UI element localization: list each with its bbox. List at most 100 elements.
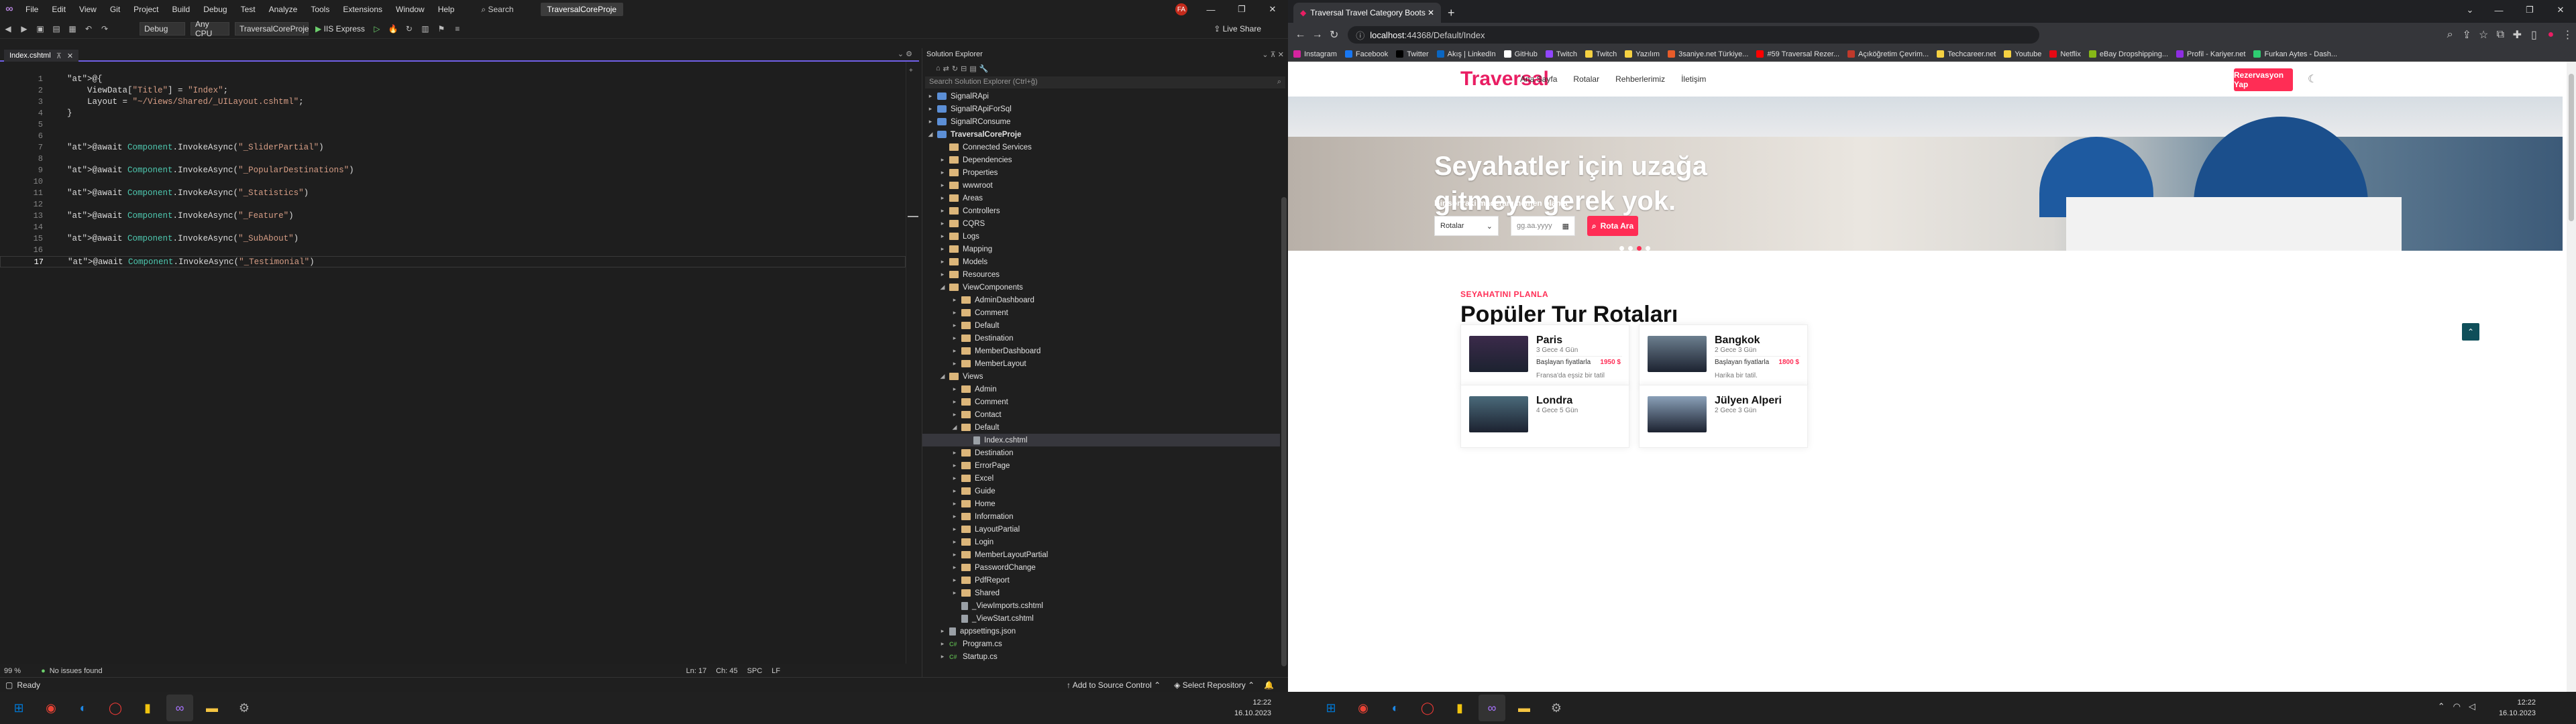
date-input[interactable]: gg.aa.yyyy ▦ bbox=[1511, 216, 1575, 236]
bookmark-item[interactable]: Profil - Kariyer.net bbox=[2176, 50, 2245, 58]
run-button[interactable]: ▶ IIS Express bbox=[315, 24, 365, 34]
expand-arrow-icon[interactable]: ▸ bbox=[951, 449, 959, 457]
expand-arrow-icon[interactable]: ▸ bbox=[938, 169, 947, 176]
maximize-icon[interactable]: ❐ bbox=[1226, 0, 1257, 19]
code-line[interactable]: 8 bbox=[0, 154, 906, 165]
theme-toggle-icon[interactable]: ☾ bbox=[2308, 72, 2317, 86]
expand-arrow-icon[interactable]: ▸ bbox=[951, 398, 959, 406]
tree-item[interactable]: _ViewStart.cshtml bbox=[922, 612, 1288, 625]
edge-icon[interactable]: ◐ bbox=[70, 695, 97, 721]
tree-item[interactable]: Connected Services bbox=[922, 141, 1288, 154]
browser-reload-icon[interactable]: ↻ bbox=[1326, 28, 1342, 42]
code-line[interactable]: 10 bbox=[0, 176, 906, 188]
route-select[interactable]: Rotalar ⌄ bbox=[1434, 216, 1499, 236]
zoom-icon[interactable]: ⌕ bbox=[2442, 29, 2459, 41]
menu-item-build[interactable]: Build bbox=[166, 5, 197, 14]
expand-arrow-icon[interactable]: ▸ bbox=[938, 233, 947, 240]
tree-item[interactable]: ◢ ViewComponents bbox=[922, 281, 1288, 294]
expand-arrow-icon[interactable]: ▸ bbox=[951, 526, 959, 533]
code-editor[interactable]: 1 "at">@{2 ViewData["Title"] = "Index"; 3 … bbox=[0, 62, 906, 664]
tree-item[interactable]: ▸ PasswordChange bbox=[922, 561, 1288, 574]
tour-card[interactable]: Paris 3 Gece 4 Gün Başlayan fiyatlarla 1950… bbox=[1460, 324, 1629, 387]
expand-arrow-icon[interactable]: ◢ bbox=[951, 424, 959, 431]
tree-item[interactable]: ▸ Comment bbox=[922, 396, 1288, 408]
undo-icon[interactable]: ↶ bbox=[81, 21, 96, 36]
tree-item[interactable]: _ViewImports.cshtml bbox=[922, 599, 1288, 612]
bookmark-star-icon[interactable]: ☆ bbox=[2475, 28, 2492, 42]
expand-arrow-icon[interactable]: ▸ bbox=[951, 309, 959, 316]
tree-item[interactable]: ▸ Contact bbox=[922, 408, 1288, 421]
windows-start-icon[interactable]: ⊞ bbox=[5, 695, 32, 721]
tree-item[interactable]: ▸ MemberDashboard bbox=[922, 345, 1288, 357]
tree-item[interactable]: ▸ C# Program.cs bbox=[922, 638, 1288, 650]
tree-item[interactable]: ▸ Areas bbox=[922, 192, 1288, 204]
tree-item[interactable]: ▸ Admin bbox=[922, 383, 1288, 396]
select-repository[interactable]: ◈ Select Repository ⌃ bbox=[1174, 680, 1254, 690]
config-select[interactable]: Debug bbox=[140, 21, 185, 36]
menu-item-analyze[interactable]: Analyze bbox=[262, 5, 305, 14]
tree-item[interactable]: ▸ C# Startup.cs bbox=[922, 650, 1288, 663]
page-scroll-thumb[interactable] bbox=[2569, 74, 2574, 221]
visual-studio-icon[interactable]: ∞ bbox=[166, 695, 193, 721]
extension-icon[interactable]: ⧉ bbox=[2492, 29, 2509, 41]
tree-item[interactable]: ▸ Dependencies bbox=[922, 154, 1288, 166]
new-tab-icon[interactable]: + bbox=[1448, 3, 1455, 23]
expand-arrow-icon[interactable]: ▸ bbox=[951, 335, 959, 342]
expand-arrow-icon[interactable]: ▸ bbox=[938, 182, 947, 189]
bookmark-item[interactable]: Netflix bbox=[2049, 50, 2081, 58]
tree-item[interactable]: ▸ Shared bbox=[922, 587, 1288, 599]
vs-search-button[interactable]: ⌕ Search bbox=[481, 5, 513, 15]
bookmark-item[interactable]: Facebook bbox=[1344, 50, 1388, 58]
add-source-control[interactable]: ↑ Add to Source Control ⌃ bbox=[1067, 680, 1161, 690]
menu-item-file[interactable]: File bbox=[19, 5, 45, 14]
code-line[interactable]: 1 "at">@{ bbox=[0, 74, 906, 85]
tree-item[interactable]: ◢ Default bbox=[922, 421, 1288, 434]
notifications-icon[interactable]: 🔔 bbox=[1264, 680, 1274, 690]
expand-arrow-icon[interactable]: ▸ bbox=[951, 513, 959, 520]
expand-arrow-icon[interactable]: ▸ bbox=[938, 156, 947, 164]
solution-scroll-thumb[interactable] bbox=[1281, 197, 1287, 666]
menu-item-edit[interactable]: Edit bbox=[45, 5, 72, 14]
bookmark-item[interactable]: eBay Dropshipping... bbox=[2088, 50, 2168, 58]
save-icon[interactable]: ▦ bbox=[65, 21, 80, 36]
browser-menu-icon[interactable]: ⋮ bbox=[2559, 28, 2576, 42]
code-line[interactable]: 11 "at">@await Component.InvokeAsync("_St… bbox=[0, 188, 906, 199]
bookmark-item[interactable]: Twitch bbox=[1545, 50, 1577, 58]
page-scrollbar[interactable] bbox=[2567, 62, 2576, 692]
pin-icon[interactable]: ⊼ bbox=[56, 52, 62, 60]
expand-arrow-icon[interactable]: ▸ bbox=[938, 194, 947, 202]
code-line[interactable]: 7 "at">@await Component.InvokeAsync("_Sli… bbox=[0, 142, 906, 154]
code-line[interactable]: 17 "at">@await Component.InvokeAsync("_Te… bbox=[0, 256, 906, 267]
bookmark-item[interactable]: Techcareer.net bbox=[1937, 50, 1996, 58]
editor-scrollbar[interactable]: + bbox=[906, 62, 919, 664]
profile-avatar-icon[interactable]: ● bbox=[2542, 29, 2559, 41]
expand-arrow-icon[interactable]: ▸ bbox=[926, 118, 934, 125]
bookmark-item[interactable]: GitHub bbox=[1503, 50, 1538, 58]
code-line[interactable]: 5 bbox=[0, 119, 906, 131]
bookmark-item[interactable]: Twitch bbox=[1585, 50, 1617, 58]
wifi-icon[interactable]: ◠ bbox=[2453, 701, 2461, 712]
slider-dot[interactable] bbox=[1637, 246, 1642, 251]
expand-arrow-icon[interactable]: ▸ bbox=[951, 347, 959, 355]
expand-arrow-icon[interactable]: ◢ bbox=[938, 284, 947, 291]
tour-card[interactable]: Bangkok 2 Gece 3 Gün Başlayan fiyatlarla 18… bbox=[1639, 324, 1808, 387]
menu-item-debug[interactable]: Debug bbox=[197, 5, 233, 14]
left-system-clock[interactable]: 12:22 16.10.2023 bbox=[1234, 697, 1271, 719]
settings-icon[interactable]: ⚙ bbox=[231, 695, 258, 721]
expand-arrow-icon[interactable]: ◢ bbox=[926, 131, 934, 138]
menu-item-help[interactable]: Help bbox=[431, 5, 462, 14]
code-line[interactable]: 16 bbox=[0, 245, 906, 256]
code-line[interactable]: 13 "at">@await Component.InvokeAsync("_Fe… bbox=[0, 210, 906, 222]
expand-arrow-icon[interactable]: ▸ bbox=[938, 640, 947, 648]
visual-studio-icon[interactable]: ∞ bbox=[1479, 695, 1505, 721]
tree-item[interactable]: ▸ Guide bbox=[922, 485, 1288, 497]
tree-item[interactable]: ▸ Mapping bbox=[922, 243, 1288, 255]
tree-item[interactable]: ▸ ErrorPage bbox=[922, 459, 1288, 472]
slider-dot[interactable] bbox=[1628, 246, 1633, 251]
tray-chevron-icon[interactable]: ⌃ bbox=[2438, 701, 2445, 712]
refresh-tree-icon[interactable]: ↻ bbox=[952, 64, 958, 73]
sticky-notes-icon[interactable]: ▮ bbox=[134, 695, 161, 721]
sidepanel-icon[interactable]: ▯ bbox=[2526, 28, 2542, 42]
tour-card[interactable]: Londra 4 Gece 5 Gün bbox=[1460, 385, 1629, 448]
expand-arrow-icon[interactable]: ▸ bbox=[951, 411, 959, 418]
